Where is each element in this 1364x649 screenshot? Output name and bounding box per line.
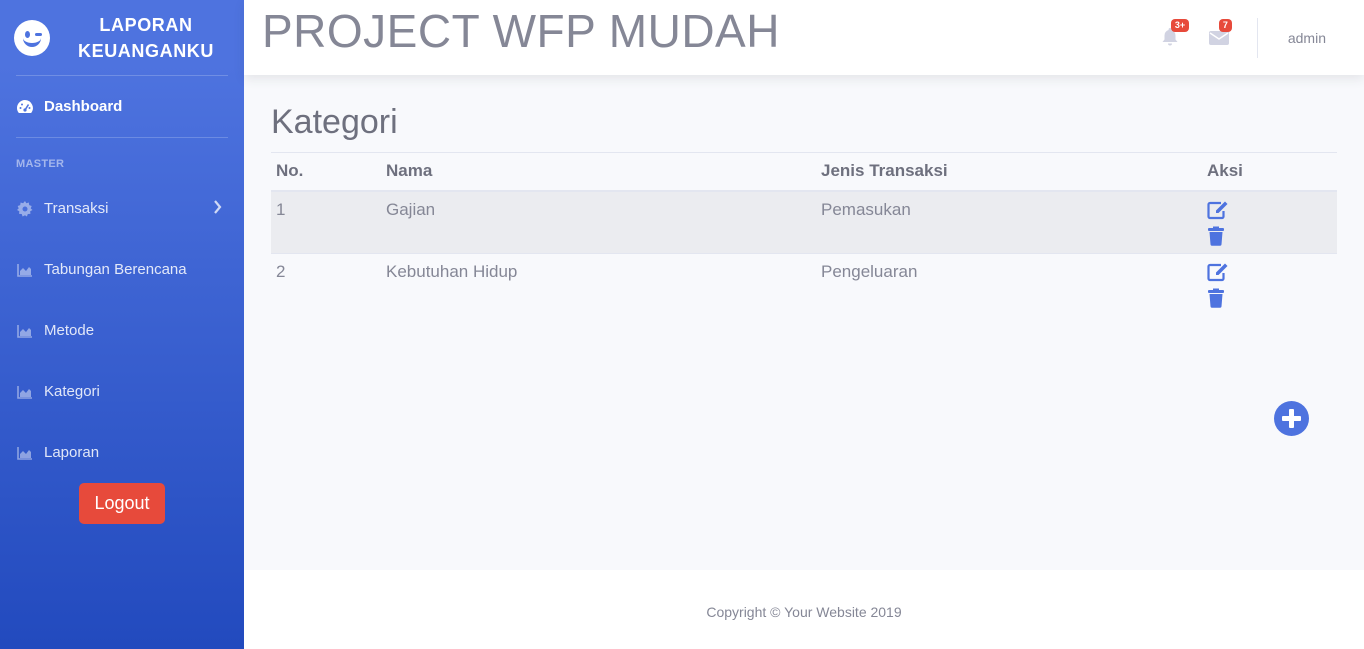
sidebar-item-label: Transaksi [44,200,109,217]
sidebar-item-label: Kategori [44,383,100,400]
sidebar-item-label: Tabungan Berencana [44,261,187,278]
topbar: PROJECT WFP MUDAH 3+ 7 admin [244,0,1364,75]
envelope-icon [1208,30,1229,50]
column-header-no: No. [271,152,381,192]
topbar-divider [1256,17,1258,58]
add-kategori-button[interactable] [1274,401,1309,436]
table-header-row: No. Nama Jenis Transaksi Aksi [271,152,1337,192]
footer: Copyright © Your Website 2019 [244,570,1364,649]
column-header-nama: Nama [381,152,816,192]
edit-icon[interactable] [1207,262,1229,284]
table-row: 2 Kebutuhan Hidup Pengeluaran [271,253,1337,317]
sidebar-item-label: Dashboard [44,98,123,115]
chart-area-icon [16,383,34,401]
chart-area-icon [16,322,34,340]
sidebar-brand[interactable]: LAPORAN KEUANGANKU [0,0,244,75]
sidebar-item-kategori[interactable]: Kategori [0,361,244,422]
trash-icon[interactable] [1207,288,1229,310]
sidebar-item-laporan[interactable]: Laporan [0,422,244,483]
chart-area-icon [16,261,34,279]
cell-no: 1 [271,190,381,254]
sidebar-item-label: Metode [44,322,95,339]
chart-area-icon [16,444,34,462]
cell-nama: Kebutuhan Hidup [381,253,816,317]
chevron-right-icon [213,200,222,218]
logout-button[interactable]: Logout [79,483,165,524]
main-content: Kategori No. Nama Jenis Transaksi Aksi 1… [271,100,1337,317]
sidebar-heading-master: MASTER [16,158,65,170]
column-header-aksi: Aksi [1202,152,1337,192]
cell-no: 2 [271,253,381,317]
cell-aksi [1202,190,1337,254]
table-row: 1 Gajian Pemasukan [271,190,1337,254]
tachometer-icon [16,98,34,116]
alerts-dropdown[interactable]: 3+ [1161,18,1190,51]
sidebar-item-label: Laporan [44,444,100,461]
kategori-table: No. Nama Jenis Transaksi Aksi 1 Gajian P… [271,152,1337,317]
cell-aksi [1202,253,1337,317]
copyright-text: Copyright © Your Website 2019 [706,604,902,620]
logout-wrapper: Logout [0,483,244,524]
sidebar-item-dashboard[interactable]: Dashboard [0,76,244,137]
page-title: Kategori [271,103,398,141]
cell-jenis: Pengeluaran [816,253,1202,317]
cell-jenis: Pemasukan [816,190,1202,254]
sidebar-item-tabungan-berencana[interactable]: Tabungan Berencana [0,239,244,300]
sidebar: LAPORAN KEUANGANKU Dashboard MASTER Tran… [0,0,244,649]
trash-icon[interactable] [1207,226,1229,248]
bell-icon [1161,27,1179,51]
brand-title: LAPORAN KEUANGANKU [78,14,214,61]
cell-nama: Gajian [381,190,816,254]
messages-dropdown[interactable]: 7 [1208,18,1232,50]
messages-badge: 7 [1218,18,1232,32]
alerts-badge: 3+ [1170,18,1190,32]
sidebar-item-transaksi[interactable]: Transaksi [0,178,244,239]
sidebar-item-metode[interactable]: Metode [0,300,244,361]
topbar-right: 3+ 7 admin [1161,0,1364,75]
user-menu[interactable]: admin [1288,30,1326,46]
edit-icon[interactable] [1207,200,1229,222]
project-title: PROJECT WFP MUDAH [262,4,780,57]
plus-icon [1274,409,1309,440]
column-header-jenis-transaksi: Jenis Transaksi [816,152,1202,192]
wink-face-logo-icon [14,19,50,56]
gear-icon [16,200,34,218]
